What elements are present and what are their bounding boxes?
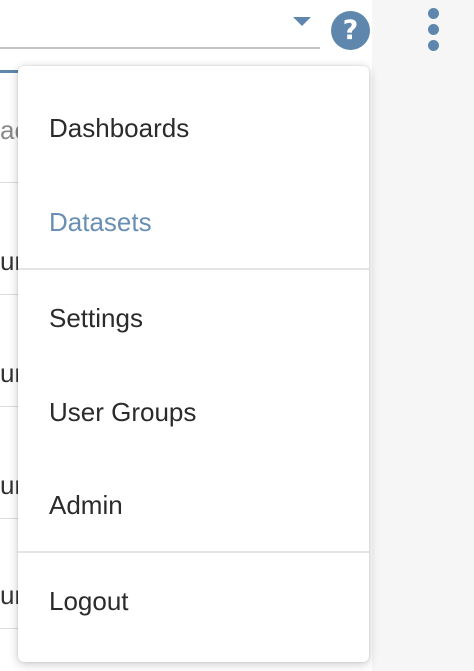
background-row-divider xyxy=(0,294,20,295)
chevron-down-icon[interactable] xyxy=(293,17,311,26)
vertical-ellipsis-icon[interactable] xyxy=(422,8,446,52)
ellipsis-dot xyxy=(428,8,439,19)
menu-divider xyxy=(18,551,369,553)
background-row-divider xyxy=(0,518,20,519)
menu-item-admin[interactable]: Admin xyxy=(18,475,369,535)
background-row-divider xyxy=(0,406,20,407)
ellipsis-dot xyxy=(428,40,439,51)
menu-divider xyxy=(18,268,369,270)
background-row-divider xyxy=(0,628,20,629)
user-dropdown-menu: Dashboards Datasets Settings User Groups… xyxy=(18,66,369,662)
menu-item-datasets[interactable]: Datasets xyxy=(18,192,369,252)
background-text-fragment: un xyxy=(0,470,20,500)
menu-item-user-groups[interactable]: User Groups xyxy=(18,382,369,442)
menu-item-dashboards[interactable]: Dashboards xyxy=(18,98,369,158)
question-circle-icon[interactable]: ? xyxy=(331,11,370,50)
background-row-divider xyxy=(0,182,20,183)
background-text-fragment: un xyxy=(0,580,20,610)
right-panel-background xyxy=(372,0,474,671)
ellipsis-dot xyxy=(428,24,439,35)
menu-item-logout[interactable]: Logout xyxy=(18,571,369,631)
background-text-fragment: un xyxy=(0,246,20,276)
active-tab-indicator xyxy=(0,70,20,73)
background-text-fragment: ac xyxy=(0,115,20,145)
background-text-fragment: un xyxy=(0,358,20,388)
search-input[interactable] xyxy=(0,47,320,49)
menu-item-settings[interactable]: Settings xyxy=(18,288,369,348)
